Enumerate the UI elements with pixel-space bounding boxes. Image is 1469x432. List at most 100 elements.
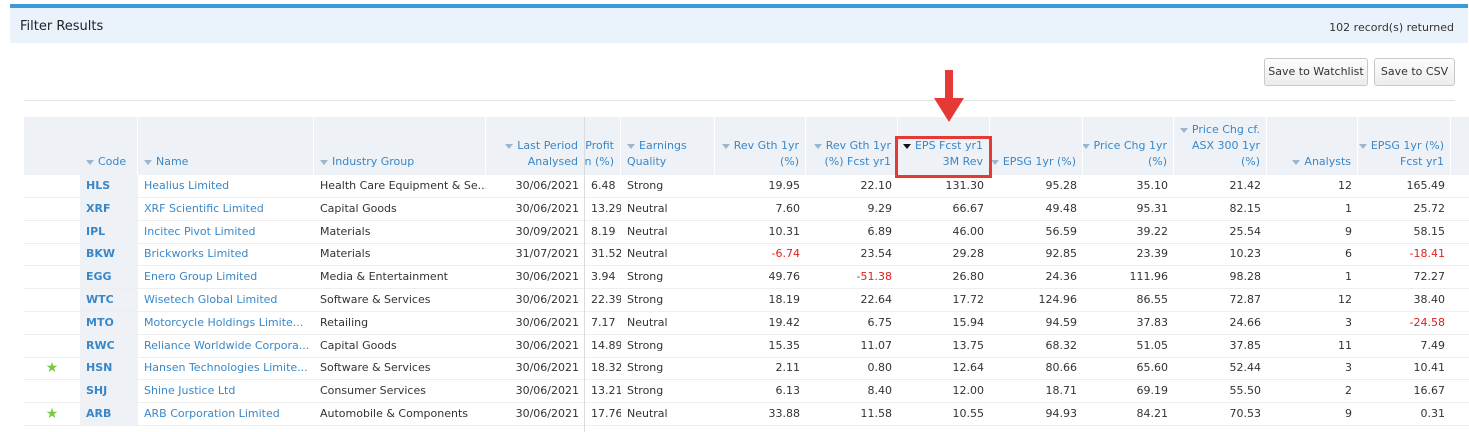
column-header-period[interactable]: Last Period Analysed — [486, 117, 585, 175]
cell-rev1f: 11.07 — [860, 338, 893, 352]
cell-code-link[interactable]: XRF — [80, 197, 138, 220]
cell-epsg: 49.48 — [1045, 201, 1078, 215]
column-header-rev1f[interactable]: Rev Gth 1yr (%) Fcst yr1 — [806, 117, 898, 175]
column-header-margin[interactable]: Profit in (%) — [585, 117, 621, 175]
cell-rev1: 18.19 — [768, 293, 801, 306]
column-header-text: (%) Fcst yr1 — [824, 155, 891, 168]
cell-margin: 22.39 — [591, 293, 621, 306]
cell-name-link[interactable]: Motorcycle Holdings Limite... — [138, 312, 314, 334]
cell-name-link[interactable]: Incitec Pivot Limited — [138, 221, 314, 243]
save-to-csv-button[interactable]: Save to CSV — [1374, 58, 1455, 86]
cell-rev1f: -51.38 — [856, 270, 892, 284]
column-header-label: ASX 300 1yr — [1192, 138, 1260, 154]
cell-margin: 13.29 — [591, 201, 621, 215]
cell-code-link[interactable]: RWC — [80, 334, 138, 357]
cell-name-link[interactable]: Enero Group Limited — [138, 266, 314, 288]
favorite-slot — [24, 289, 80, 311]
cell-code-link[interactable]: HLS — [80, 175, 138, 197]
cell-price: 84.21 — [1136, 407, 1169, 420]
column-header-label: (%) — [780, 154, 799, 170]
table-row[interactable]: SHJ Shine Justice Ltd Consumer Services 30/… — [24, 380, 1469, 404]
cell-margin: 13.21 — [591, 384, 621, 398]
star-icon[interactable]: ★ — [24, 357, 80, 379]
cell-epsgf: -18.41 — [1409, 247, 1445, 261]
cell-period: 30/06/2021 — [515, 361, 579, 375]
cell-name-link[interactable]: Reliance Worldwide Corpora... — [138, 335, 314, 357]
cell-period: 30/06/2021 — [515, 293, 579, 306]
column-header-epsg[interactable]: EPSG 1yr (%) — [990, 117, 1083, 175]
cell-code-link[interactable]: IPL — [80, 220, 138, 243]
cell-price: 95.31 — [1136, 201, 1169, 215]
cell-quality: Neutral — [627, 407, 668, 420]
column-header-rev1[interactable]: Rev Gth 1yr (%) — [715, 117, 806, 175]
cell-name-link[interactable]: Healius Limited — [138, 175, 314, 197]
cell-code-link[interactable]: HSN — [80, 357, 138, 380]
cell-name-link[interactable]: Brickworks Limited — [138, 243, 314, 265]
cell-code-link[interactable]: SHJ — [80, 380, 138, 403]
cell-epsg: 18.71 — [1045, 384, 1078, 398]
cell-pricecf: 24.66 — [1229, 315, 1262, 329]
table-row[interactable]: ★ ARB ARB Corporation Limited Automobile & … — [24, 403, 1469, 426]
cell-epsg: 68.32 — [1045, 338, 1078, 352]
cell-period: 30/06/2021 — [515, 407, 579, 420]
cell-analysts: 2 — [1345, 384, 1352, 398]
table-row[interactable]: MTO Motorcycle Holdings Limite... Retailin… — [24, 311, 1469, 335]
cell-industry: Media & Entertainment — [320, 270, 448, 284]
cell-code-link[interactable]: WTC — [80, 289, 138, 311]
cell-price: 23.39 — [1136, 247, 1169, 261]
star-icon[interactable]: ★ — [24, 403, 80, 425]
cell-rev1f: 6.75 — [867, 315, 893, 329]
table-row[interactable]: BKW Brickworks Limited Materials 31/07/2021… — [24, 243, 1469, 267]
table-row[interactable]: WTC Wisetech Global Limited Software & Ser… — [24, 289, 1469, 312]
cell-price: 111.96 — [1129, 270, 1169, 284]
cell-code-link[interactable]: ARB — [80, 403, 138, 425]
cell-name-link[interactable]: ARB Corporation Limited — [138, 403, 314, 425]
cell-code-link[interactable]: MTO — [80, 311, 138, 334]
cell-rev1: 19.95 — [768, 179, 801, 192]
column-header-text: Code — [98, 155, 127, 168]
column-header-price[interactable]: Price Chg 1yr (%) — [1083, 117, 1174, 175]
column-header-code[interactable]: Code — [80, 117, 138, 175]
cell-quality: Strong — [627, 338, 664, 352]
cell-name-link[interactable]: Wisetech Global Limited — [138, 289, 314, 311]
column-header-label: Analysed — [528, 154, 578, 170]
column-header-epsgf[interactable]: EPSG 1yr (%) Fcst yr1 — [1358, 117, 1451, 175]
table-row[interactable]: EGG Enero Group Limited Media & Entertainm… — [24, 266, 1469, 290]
sort-down-triangle-icon — [1358, 143, 1367, 149]
sort-down-triangle-icon — [505, 143, 514, 149]
column-header-text: Price Chg cf. — [1191, 123, 1260, 136]
cell-rev1: 19.42 — [768, 315, 801, 329]
column-header-label: Name — [144, 154, 188, 170]
column-header-label: Industry Group — [320, 154, 414, 170]
sort-down-triangle-icon — [1292, 159, 1301, 165]
cell-name-link[interactable]: Hansen Technologies Limite... — [138, 357, 314, 379]
cell-epsgf: 25.72 — [1413, 201, 1446, 215]
cell-epsgf: 38.40 — [1413, 293, 1446, 306]
sort-down-triangle-icon — [990, 159, 999, 165]
cell-name-link[interactable]: Shine Justice Ltd — [138, 380, 314, 402]
column-header-label: Rev Gth 1yr — [813, 138, 891, 154]
column-header-industry[interactable]: Industry Group — [314, 117, 486, 175]
cell-epsrev: 26.80 — [952, 270, 985, 284]
cell-epsrev: 12.64 — [952, 361, 985, 375]
divider — [24, 100, 1455, 101]
sort-down-triangle-icon — [813, 143, 822, 149]
column-header-quality[interactable]: Earnings Quality — [621, 117, 715, 175]
column-header-label: (%) — [1148, 154, 1167, 170]
column-header-name[interactable]: Name — [138, 117, 314, 175]
save-to-watchlist-button[interactable]: Save to Watchlist — [1264, 58, 1368, 86]
column-header-text: Industry Group — [332, 155, 415, 168]
cell-epsrev: 66.67 — [952, 201, 985, 215]
table-row[interactable]: XRF XRF Scientific Limited Capital Goods 30… — [24, 197, 1469, 221]
cell-code-link[interactable]: BKW — [80, 243, 138, 266]
column-header-analysts[interactable]: Analysts — [1267, 117, 1358, 175]
cell-epsrev: 15.94 — [952, 315, 985, 329]
cell-rev1: 6.13 — [775, 384, 801, 398]
cell-code-link[interactable]: EGG — [80, 266, 138, 289]
cell-name-link[interactable]: XRF Scientific Limited — [138, 198, 314, 220]
table-row[interactable]: ★ HSN Hansen Technologies Limite... Softwar… — [24, 357, 1469, 381]
table-row[interactable]: HLS Healius Limited Health Care Equipment … — [24, 175, 1469, 198]
column-header-pricecf[interactable]: Price Chg cf. ASX 300 1yr (%) — [1174, 117, 1267, 175]
table-row[interactable]: RWC Reliance Worldwide Corpora... Capital … — [24, 334, 1469, 358]
table-row[interactable]: IPL Incitec Pivot Limited Materials 30/09/2… — [24, 220, 1469, 244]
